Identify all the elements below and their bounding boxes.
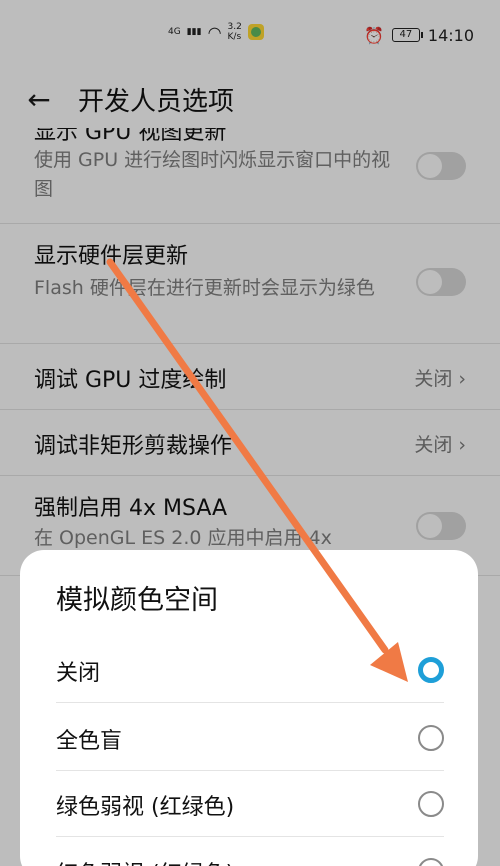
radio-button[interactable] [418, 791, 444, 817]
option-label: 关闭 [56, 661, 101, 686]
option-label: 绿色弱视 (红绿色) [56, 795, 235, 820]
radio-button[interactable] [418, 725, 444, 751]
option-label: 红色弱视 (红绿色) [56, 856, 234, 866]
dialog-option-monochromacy[interactable]: 全色盲 [56, 705, 444, 771]
dialog-option-deuteranomaly[interactable]: 绿色弱视 (红绿色) [56, 771, 444, 837]
radio-button[interactable] [418, 858, 444, 866]
dialog-option-protanomaly[interactable]: 红色弱视 (红绿色) [56, 838, 444, 866]
option-label: 全色盲 [56, 729, 123, 754]
dialog-option-off[interactable]: 关闭 [56, 637, 444, 703]
radio-button-selected[interactable] [418, 657, 444, 683]
dialog-title: 模拟颜色空间 [56, 585, 218, 616]
color-space-dialog: 模拟颜色空间 关闭 全色盲 绿色弱视 (红绿色) 红色弱视 (红绿色) [20, 550, 478, 866]
